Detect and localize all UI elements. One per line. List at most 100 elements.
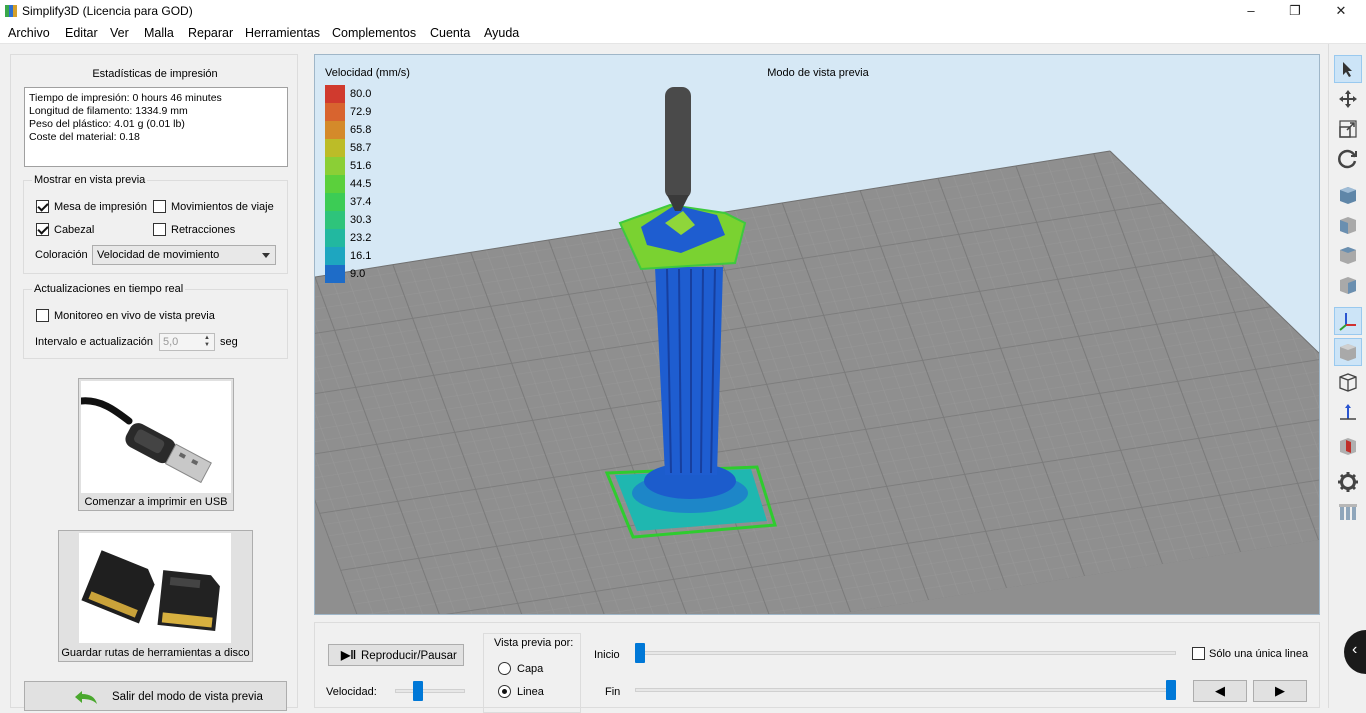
travel-checkbox[interactable] <box>153 200 166 213</box>
layer-label: Capa <box>517 663 544 675</box>
supports-icon <box>1339 504 1357 520</box>
scale-tool[interactable] <box>1334 115 1362 143</box>
menu-editar[interactable]: Editar <box>65 26 98 40</box>
legend-swatch <box>325 157 345 175</box>
usb-print-button[interactable]: Comenzar a imprimir en USB <box>78 378 234 511</box>
speed-slider-thumb[interactable] <box>413 681 423 701</box>
legend-swatch <box>325 103 345 121</box>
start-slider[interactable] <box>635 651 1176 655</box>
end-slider[interactable] <box>635 688 1176 692</box>
legend-swatch <box>325 139 345 157</box>
preview-options-group: Mostrar en vista previa Mesa de impresió… <box>23 174 288 274</box>
interval-label: Intervalo e actualización <box>35 336 154 348</box>
exit-preview-label: Salir del modo de vista previa <box>112 691 263 703</box>
close-button[interactable]: ✕ <box>1318 0 1364 22</box>
settings-icon <box>1338 472 1358 492</box>
travel-label: Movimientos de viaje <box>171 201 274 213</box>
single-line-label: Sólo una única linea <box>1209 648 1309 660</box>
solid-view-icon <box>1340 344 1356 361</box>
title-bar: Simplify3D (Licencia para GOD) – ❐ ✕ <box>0 0 1366 22</box>
layer-radio[interactable] <box>498 662 511 675</box>
view-front-button[interactable] <box>1334 211 1362 239</box>
bed-checkbox[interactable] <box>36 200 49 213</box>
menu-ver[interactable]: Ver <box>110 26 129 40</box>
view-default-button[interactable] <box>1334 181 1362 209</box>
coloring-select[interactable]: Velocidad de movimiento <box>92 245 276 265</box>
realtime-group: Actualizaciones en tiempo real Monitoreo… <box>23 283 288 359</box>
legend-swatch <box>325 193 345 211</box>
speed-slider[interactable] <box>395 689 465 693</box>
maximize-button[interactable]: ❐ <box>1272 0 1318 22</box>
line-radio[interactable] <box>498 685 511 698</box>
single-line-checkbox[interactable] <box>1192 647 1205 660</box>
save-toolpaths-label: Guardar rutas de herramientas a disco <box>61 647 250 659</box>
menu-herramientas[interactable]: Herramientas <box>245 26 320 40</box>
stats-title: Estadísticas de impresión <box>92 68 218 80</box>
legend-value: 30.3 <box>350 214 372 226</box>
start-slider-thumb[interactable] <box>635 643 645 663</box>
view-top-icon <box>1340 247 1356 264</box>
legend-swatch <box>325 121 345 139</box>
legend-swatch <box>325 85 345 103</box>
menu-archivo[interactable]: Archivo <box>8 26 50 40</box>
normals-icon <box>1340 404 1356 420</box>
legend-swatch <box>325 247 345 265</box>
play-pause-icon: ▶‖ <box>341 648 357 662</box>
cross-section-icon <box>1340 438 1356 455</box>
menu-cuenta[interactable]: Cuenta <box>430 26 470 40</box>
menu-malla[interactable]: Malla <box>144 26 174 40</box>
bed-label: Mesa de impresión <box>54 201 147 213</box>
preview-by-title: Vista previa por: <box>494 637 574 649</box>
cross-section-toggle[interactable] <box>1334 432 1362 460</box>
view-default-icon <box>1340 187 1356 204</box>
head-label: Cabezal <box>54 224 95 236</box>
app-icon <box>5 5 17 17</box>
legend-value: 44.5 <box>350 178 372 190</box>
prev-line-button[interactable]: ◀ <box>1193 680 1247 702</box>
sd-card-image <box>79 533 231 643</box>
legend-value: 72.9 <box>350 106 372 118</box>
axes-toggle[interactable] <box>1334 307 1362 335</box>
exit-preview-button[interactable]: Salir del modo de vista previa <box>24 681 287 711</box>
menu-ayuda[interactable]: Ayuda <box>484 26 519 40</box>
monitor-checkbox[interactable] <box>36 309 49 322</box>
supports-button[interactable] <box>1334 498 1362 526</box>
minimize-button[interactable]: – <box>1228 0 1274 22</box>
back-arrow-icon <box>75 691 97 704</box>
spin-up-icon[interactable]: ▲ <box>201 335 213 342</box>
legend-value: 51.6 <box>350 160 372 172</box>
settings-button[interactable] <box>1334 468 1362 496</box>
rotate-tool[interactable] <box>1334 145 1362 173</box>
interval-spinbox[interactable]: 5,0 ▲ ▼ <box>159 333 215 351</box>
interval-value: 5,0 <box>163 336 179 348</box>
retractions-checkbox[interactable] <box>153 223 166 236</box>
chevron-down-icon <box>262 253 270 258</box>
head-checkbox[interactable] <box>36 223 49 236</box>
select-tool[interactable] <box>1334 55 1362 83</box>
move-tool[interactable] <box>1334 85 1362 113</box>
legend-swatch <box>325 265 345 283</box>
playback-panel: ▶‖ Reproducir/Pausar Velocidad: Vista pr… <box>314 622 1320 713</box>
end-slider-thumb[interactable] <box>1166 680 1176 700</box>
play-pause-button[interactable]: ▶‖ Reproducir/Pausar <box>328 644 464 666</box>
menu-complementos[interactable]: Complementos <box>332 26 416 40</box>
axes-icon <box>1339 313 1356 331</box>
legend-value: 16.1 <box>350 250 372 262</box>
legend-swatch <box>325 229 345 247</box>
next-line-button[interactable]: ▶ <box>1253 680 1307 702</box>
select-icon <box>1343 62 1352 77</box>
save-toolpaths-button[interactable]: Guardar rutas de herramientas a disco <box>58 530 253 662</box>
legend-swatch <box>325 175 345 193</box>
wireframe-toggle[interactable] <box>1334 368 1362 396</box>
line-label: Linea <box>517 686 544 698</box>
spin-down-icon[interactable]: ▼ <box>201 342 213 349</box>
view-side-button[interactable] <box>1334 271 1362 299</box>
speed-label: Velocidad: <box>326 686 377 698</box>
realtime-title: Actualizaciones en tiempo real <box>32 283 186 295</box>
preview-viewport[interactable]: Velocidad (mm/s) Modo de vista previa 80… <box>314 54 1320 615</box>
solid-view-toggle[interactable] <box>1334 338 1362 366</box>
normals-toggle[interactable] <box>1334 398 1362 426</box>
end-label: Fin <box>605 686 621 698</box>
menu-reparar[interactable]: Reparar <box>188 26 233 40</box>
view-top-button[interactable] <box>1334 241 1362 269</box>
